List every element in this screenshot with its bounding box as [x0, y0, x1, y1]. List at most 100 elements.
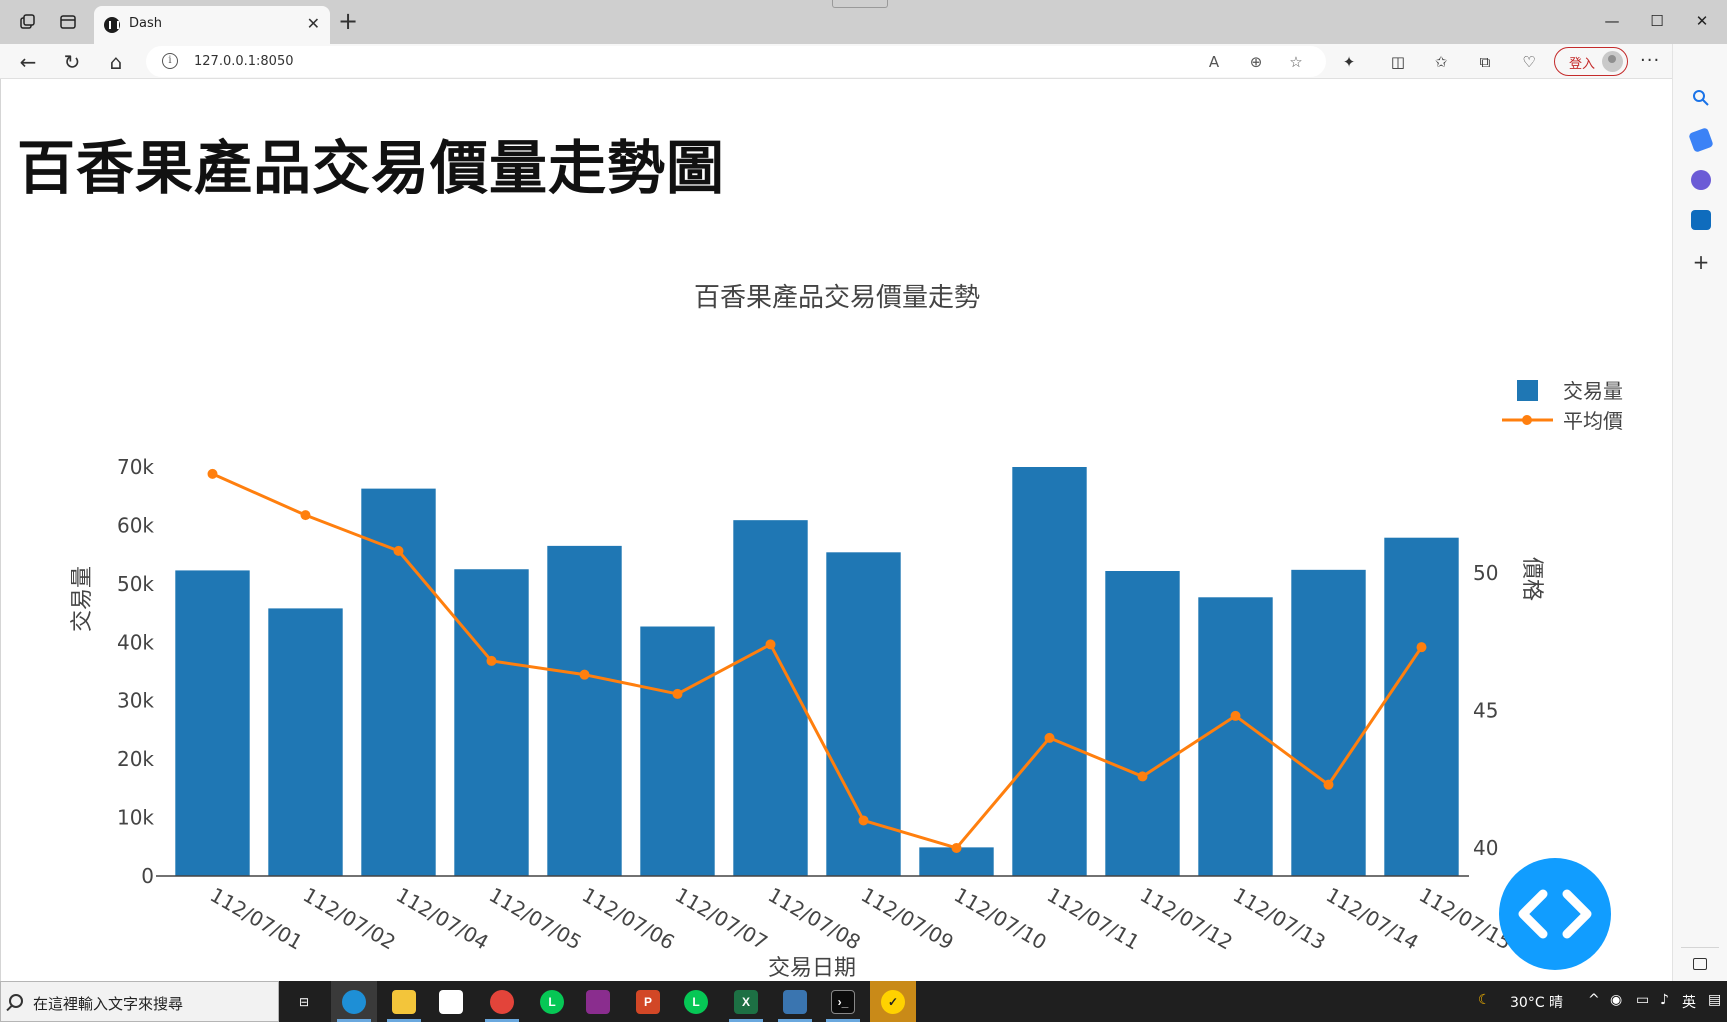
- browser-essentials-icon[interactable]: ♡: [1518, 52, 1540, 72]
- y-left-tick-label: 70k: [117, 455, 154, 479]
- y-left-tick-label: 30k: [117, 689, 154, 713]
- price-point[interactable]: [858, 815, 869, 826]
- search-icon[interactable]: [1691, 88, 1711, 108]
- volume-bar[interactable]: [1291, 569, 1366, 876]
- dash-favicon-icon: [104, 17, 120, 33]
- add-sidebar-app-icon[interactable]: +: [1691, 252, 1711, 272]
- workspaces-icon[interactable]: [16, 10, 40, 34]
- refresh-button[interactable]: ↻: [58, 48, 86, 76]
- collections-icon[interactable]: ⧉: [1474, 52, 1496, 72]
- taskbar-terminal-icon[interactable]: ›_: [820, 981, 866, 1022]
- notification-icon[interactable]: ▤: [1708, 992, 1721, 1008]
- window-drag-handle[interactable]: [832, 0, 888, 8]
- taskbar-store-icon[interactable]: [428, 981, 474, 1022]
- show-hidden-icons[interactable]: ^: [1588, 992, 1600, 1008]
- network-icon[interactable]: ◉: [1610, 992, 1622, 1008]
- taskbar-excel-icon[interactable]: X: [723, 981, 769, 1022]
- extensions-icon[interactable]: ✦: [1338, 52, 1360, 72]
- taskbar-line-icon-2[interactable]: L: [673, 981, 719, 1022]
- home-icon[interactable]: ⌂: [102, 48, 130, 76]
- minimize-button[interactable]: —: [1592, 8, 1632, 34]
- favorites-icon[interactable]: ✩: [1430, 52, 1452, 72]
- y-right-tick-label: 45: [1473, 698, 1498, 722]
- y-left-tick-label: 50k: [117, 572, 154, 596]
- url-text[interactable]: 127.0.0.1:8050: [194, 54, 294, 69]
- maximize-button[interactable]: ☐: [1637, 8, 1677, 34]
- legend-price-label: 平均價: [1563, 409, 1623, 433]
- signin-button[interactable]: 登入: [1554, 47, 1628, 76]
- volume-bar[interactable]: [268, 608, 343, 876]
- display-icon[interactable]: ▭: [1636, 992, 1649, 1008]
- taskbar-norton-icon[interactable]: ✓: [870, 981, 916, 1022]
- tab-actions-icon[interactable]: [56, 10, 80, 34]
- price-point[interactable]: [1137, 771, 1148, 782]
- x-tick-label: 112/07/04: [392, 883, 493, 955]
- avatar: [1602, 51, 1623, 72]
- volume-bar[interactable]: [547, 545, 622, 876]
- zoom-icon[interactable]: ⊕: [1246, 52, 1266, 72]
- y-left-tick-label: 40k: [117, 630, 154, 654]
- price-point[interactable]: [300, 510, 311, 521]
- volume-bar[interactable]: [733, 520, 808, 876]
- ime-indicator[interactable]: 英: [1682, 992, 1696, 1012]
- browser-tab-dash[interactable]: Dash ✕: [94, 6, 330, 44]
- price-point[interactable]: [672, 688, 683, 699]
- taskbar-edge-icon[interactable]: [331, 981, 377, 1022]
- volume-bar[interactable]: [454, 569, 529, 876]
- back-button[interactable]: ←: [14, 48, 42, 76]
- close-tab-icon[interactable]: ✕: [307, 14, 320, 33]
- taskbar-line-icon[interactable]: L: [529, 981, 575, 1022]
- read-aloud-icon[interactable]: A: [1204, 52, 1224, 72]
- volume-bar[interactable]: [640, 626, 715, 876]
- taskbar-search-box[interactable]: 在這裡輸入文字來搜尋: [0, 981, 279, 1022]
- price-point[interactable]: [207, 468, 218, 479]
- volume-bar[interactable]: [1012, 467, 1087, 876]
- x-tick-label: 112/07/02: [299, 883, 400, 955]
- x-axis-label: 交易日期: [768, 956, 856, 981]
- task-view-icon[interactable]: ⊟: [281, 981, 327, 1022]
- chart-legend[interactable]: 交易量 平均價: [1502, 379, 1623, 433]
- taskbar-search-placeholder: 在這裡輸入文字來搜尋: [33, 995, 184, 1013]
- more-options-icon[interactable]: ···: [1640, 50, 1660, 71]
- trade-chart: 百香果產品交易價量走勢 0 10k 20k 30k 40k 50k 60k 70k 40 45 5…: [70, 283, 1623, 981]
- shopping-tag-icon[interactable]: [1688, 127, 1714, 153]
- volume-bar[interactable]: [1105, 571, 1180, 876]
- price-point[interactable]: [1230, 710, 1241, 721]
- y-left-tick-label: 0: [141, 864, 154, 888]
- price-point[interactable]: [1044, 732, 1055, 743]
- x-tick-label: 112/07/10: [950, 883, 1051, 955]
- x-tick-label: 112/07/05: [485, 883, 586, 955]
- taskbar-powerpoint-icon[interactable]: P: [625, 981, 671, 1022]
- outlook-icon[interactable]: [1691, 210, 1711, 230]
- site-info-icon[interactable]: i: [162, 53, 178, 69]
- price-point[interactable]: [393, 545, 404, 556]
- code-icon: [1518, 889, 1592, 939]
- price-point[interactable]: [1323, 779, 1334, 790]
- volume-bar[interactable]: [175, 570, 250, 876]
- taskbar-file-explorer-icon[interactable]: [381, 981, 427, 1022]
- weather-moon-icon: ☾: [1478, 992, 1491, 1008]
- x-tick-label: 112/07/11: [1043, 883, 1144, 955]
- favorite-star-icon[interactable]: ☆: [1286, 52, 1306, 72]
- price-point[interactable]: [486, 655, 497, 666]
- address-bar[interactable]: i 127.0.0.1:8050 A ⊕ ☆: [146, 46, 1326, 77]
- y-axis-left-label: 交易量: [70, 566, 95, 632]
- dash-debug-button[interactable]: [1499, 858, 1611, 970]
- weather-text[interactable]: 30°C 晴: [1510, 992, 1563, 1012]
- taskbar-chrome-icon[interactable]: [479, 981, 525, 1022]
- price-point[interactable]: [1416, 642, 1427, 653]
- close-window-button[interactable]: ✕: [1682, 8, 1722, 34]
- taskbar-winrar-icon[interactable]: [575, 981, 621, 1022]
- new-tab-button[interactable]: +: [338, 7, 358, 35]
- price-point[interactable]: [951, 842, 962, 853]
- hide-sidebar-icon[interactable]: [1693, 958, 1707, 970]
- taskbar-python-icon[interactable]: [772, 981, 818, 1022]
- volume-icon[interactable]: ♪: [1660, 992, 1669, 1008]
- price-point[interactable]: [765, 639, 776, 650]
- price-point[interactable]: [579, 669, 590, 680]
- split-screen-icon[interactable]: ◫: [1387, 52, 1409, 72]
- chart-title: 百香果產品交易價量走勢: [694, 283, 980, 313]
- office-icon[interactable]: [1691, 170, 1711, 190]
- legend-bar-swatch: [1517, 380, 1538, 401]
- volume-bar[interactable]: [1384, 537, 1459, 876]
